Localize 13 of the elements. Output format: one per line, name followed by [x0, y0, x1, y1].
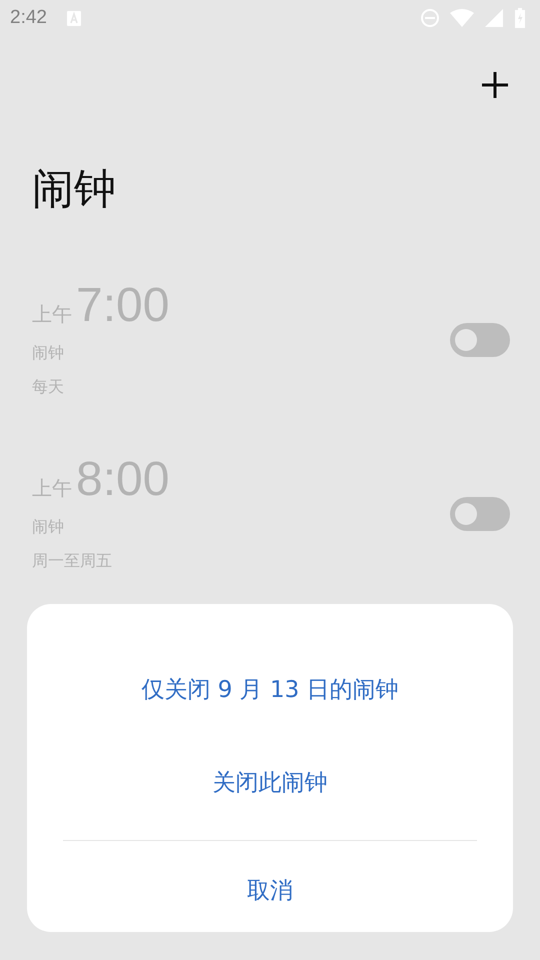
add-icon[interactable]	[481, 71, 509, 99]
alarm-switch[interactable]	[450, 497, 510, 531]
notification-icon	[66, 10, 81, 26]
signal-icon	[484, 8, 504, 28]
battery-icon	[514, 8, 526, 28]
alarm-switch[interactable]	[450, 323, 510, 357]
page-title: 闹钟	[32, 163, 117, 215]
status-time: 2:42	[10, 7, 47, 29]
cancel-button[interactable]: 取消	[227, 861, 313, 920]
do-not-disturb-icon	[420, 8, 440, 28]
wifi-icon	[450, 8, 474, 28]
dialog-option[interactable]: 关闭此闹钟	[192, 753, 348, 812]
dialog-option[interactable]: 仅关闭 9 月 13 日的闹钟	[121, 660, 419, 719]
